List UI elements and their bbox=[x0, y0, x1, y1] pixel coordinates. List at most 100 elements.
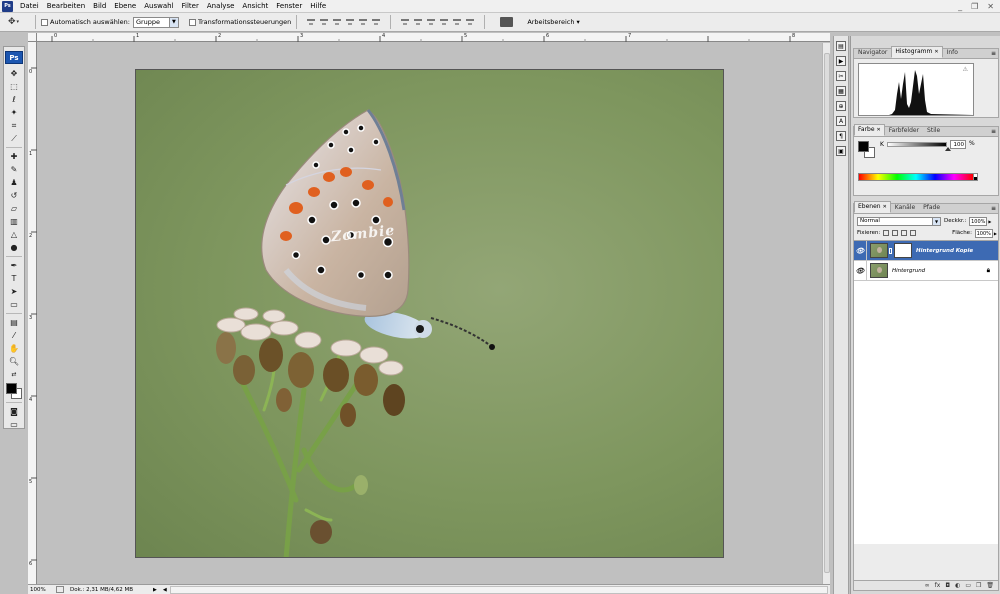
slice-tool-icon[interactable]: ⟋ bbox=[7, 133, 21, 144]
canvas-area[interactable]: Zombie bbox=[38, 43, 822, 583]
history-brush-tool-icon[interactable]: ↺ bbox=[7, 190, 21, 201]
align-top-icon[interactable] bbox=[306, 17, 316, 27]
ps-badge[interactable]: Ps bbox=[5, 51, 23, 64]
tab-info[interactable]: Info bbox=[943, 47, 962, 58]
layer-hintergrund-kopie[interactable]: 👁︎ Hintergrund Kopie bbox=[854, 240, 998, 261]
tab-navigator[interactable]: Navigator bbox=[854, 47, 891, 58]
new-layer-icon[interactable]: ❐ bbox=[976, 582, 981, 589]
distribute-left-icon[interactable] bbox=[439, 17, 449, 27]
menu-datei[interactable]: Datei bbox=[16, 0, 43, 12]
black-white-ramp[interactable] bbox=[974, 173, 978, 181]
menu-ebene[interactable]: Ebene bbox=[110, 0, 140, 12]
swap-colors-icon[interactable]: ⇄ bbox=[7, 369, 21, 380]
align-left-icon[interactable] bbox=[345, 17, 355, 27]
type-tool-icon[interactable]: T bbox=[7, 273, 21, 284]
character-panel-icon[interactable]: A bbox=[836, 116, 846, 126]
scroll-left-icon[interactable]: ◀ bbox=[163, 587, 167, 593]
lock-all-icon[interactable] bbox=[910, 230, 917, 236]
tool-presets-icon[interactable]: ✂ bbox=[836, 71, 846, 81]
clone-source-icon[interactable]: ⊕ bbox=[836, 101, 846, 111]
move-tool-icon[interactable]: ✥ bbox=[7, 68, 21, 79]
screen-mode-icon[interactable]: ▭ bbox=[7, 419, 21, 430]
history-panel-icon[interactable]: ▤ bbox=[836, 41, 846, 51]
crop-tool-icon[interactable]: ⌗ bbox=[7, 120, 21, 131]
eraser-tool-icon[interactable]: ▱ bbox=[7, 203, 21, 214]
horizontal-ruler[interactable]: 0 1 2 3 4 5 6 7 8 bbox=[37, 33, 830, 42]
brushes-panel-icon[interactable]: ▦ bbox=[836, 86, 846, 96]
layer-comps-icon[interactable]: ▣ bbox=[836, 146, 846, 156]
align-vcenter-icon[interactable] bbox=[319, 17, 329, 27]
add-mask-icon[interactable]: ◘ bbox=[945, 582, 950, 589]
distribute-hcenter-icon[interactable] bbox=[452, 17, 462, 27]
menu-analyse[interactable]: Analyse bbox=[203, 0, 239, 12]
vertical-scrollbar[interactable] bbox=[822, 43, 830, 584]
menu-bild[interactable]: Bild bbox=[89, 0, 110, 12]
link-layers-icon[interactable]: ∞ bbox=[925, 582, 930, 589]
scrollbar-thumb[interactable] bbox=[824, 53, 830, 573]
status-menu-arrow-icon[interactable]: ▶ bbox=[153, 587, 157, 593]
paragraph-panel-icon[interactable]: ¶ bbox=[836, 131, 846, 141]
tool-preset-picker[interactable]: ✥ ▾ bbox=[8, 15, 30, 30]
restore-icon[interactable]: ❐ bbox=[971, 2, 978, 11]
align-hcenter-icon[interactable] bbox=[358, 17, 368, 27]
distribute-bottom-icon[interactable] bbox=[426, 17, 436, 27]
menu-hilfe[interactable]: Hilfe bbox=[306, 0, 330, 12]
menu-fenster[interactable]: Fenster bbox=[272, 0, 306, 12]
transform-controls-checkbox[interactable] bbox=[188, 18, 196, 26]
menu-filter[interactable]: Filter bbox=[178, 0, 203, 12]
tab-stile[interactable]: Stile bbox=[923, 125, 944, 136]
foreground-color-swatch[interactable] bbox=[6, 383, 17, 394]
notes-tool-icon[interactable]: ▤ bbox=[7, 317, 21, 328]
opacity-input[interactable]: 100% bbox=[969, 216, 988, 226]
align-right-icon[interactable] bbox=[371, 17, 381, 27]
visibility-eye-icon[interactable]: 👁︎ bbox=[854, 240, 867, 261]
auto-select-dropdown[interactable]: Gruppe ▼ bbox=[132, 16, 179, 28]
gradient-tool-icon[interactable]: ▥ bbox=[7, 216, 21, 227]
actions-panel-icon[interactable]: ▶ bbox=[836, 56, 846, 66]
auto-select-checkbox[interactable] bbox=[41, 18, 48, 26]
mask-link-icon[interactable] bbox=[889, 247, 892, 254]
pen-tool-icon[interactable]: ✒ bbox=[7, 260, 21, 271]
quick-mask-icon[interactable]: ◙ bbox=[7, 406, 21, 417]
panel-menu-icon[interactable]: ≡ bbox=[991, 50, 996, 57]
new-group-icon[interactable]: ▭ bbox=[965, 582, 971, 589]
distribute-vcenter-icon[interactable] bbox=[413, 17, 423, 27]
lock-pixels-icon[interactable] bbox=[892, 230, 899, 236]
healing-brush-tool-icon[interactable]: ✚ bbox=[7, 151, 21, 162]
shape-tool-icon[interactable]: ▭ bbox=[7, 299, 21, 310]
hand-tool-icon[interactable]: ✋ bbox=[7, 343, 21, 354]
menu-ansicht[interactable]: Ansicht bbox=[238, 0, 272, 12]
ruler-corner[interactable] bbox=[28, 33, 37, 42]
close-icon[interactable]: ✕ bbox=[877, 127, 881, 133]
blend-mode-dropdown[interactable]: Normal ▼ bbox=[857, 216, 941, 226]
fill-input[interactable]: 100% bbox=[974, 228, 993, 238]
align-bottom-icon[interactable] bbox=[332, 17, 342, 27]
path-selection-tool-icon[interactable]: ➤ bbox=[7, 286, 21, 297]
clone-stamp-tool-icon[interactable]: ♟ bbox=[7, 177, 21, 188]
workspace-button[interactable]: Arbeitsbereich ▾ bbox=[500, 17, 580, 27]
panel-menu-icon[interactable]: ≡ bbox=[991, 205, 996, 212]
tab-pfade[interactable]: Pfade bbox=[919, 202, 944, 213]
lasso-tool-icon[interactable]: ℓ bbox=[7, 94, 21, 105]
k-channel-slider[interactable] bbox=[887, 142, 947, 147]
vertical-ruler[interactable]: 0 1 2 3 4 5 6 bbox=[28, 42, 37, 584]
panel-foreground-swatch[interactable] bbox=[858, 141, 869, 152]
cache-warning-icon[interactable]: ⚠ bbox=[963, 66, 968, 73]
k-value-input[interactable]: 100 bbox=[950, 140, 966, 149]
zoom-tool-icon[interactable]: 🔍︎ bbox=[7, 356, 21, 367]
tab-farbe[interactable]: Farbe ✕ bbox=[854, 124, 885, 136]
chevron-right-icon[interactable]: ▶ bbox=[994, 231, 997, 236]
lock-position-icon[interactable] bbox=[901, 230, 908, 236]
tab-ebenen[interactable]: Ebenen ✕ bbox=[854, 201, 891, 213]
horizontal-scrollbar[interactable] bbox=[169, 585, 828, 594]
close-icon[interactable]: ✕ bbox=[934, 49, 938, 55]
layer-style-icon[interactable]: fx bbox=[935, 582, 941, 589]
close-icon[interactable]: ✕ bbox=[987, 2, 994, 11]
status-info-icon[interactable] bbox=[56, 586, 64, 593]
minimize-icon[interactable]: _ bbox=[958, 2, 962, 11]
zoom-level[interactable]: 100% bbox=[28, 587, 54, 593]
trash-icon[interactable]: 🗑 bbox=[986, 582, 994, 589]
distribute-right-icon[interactable] bbox=[465, 17, 475, 27]
eyedropper-tool-icon[interactable]: ⁄ bbox=[7, 330, 21, 341]
document-image[interactable]: Zombie bbox=[135, 69, 724, 558]
